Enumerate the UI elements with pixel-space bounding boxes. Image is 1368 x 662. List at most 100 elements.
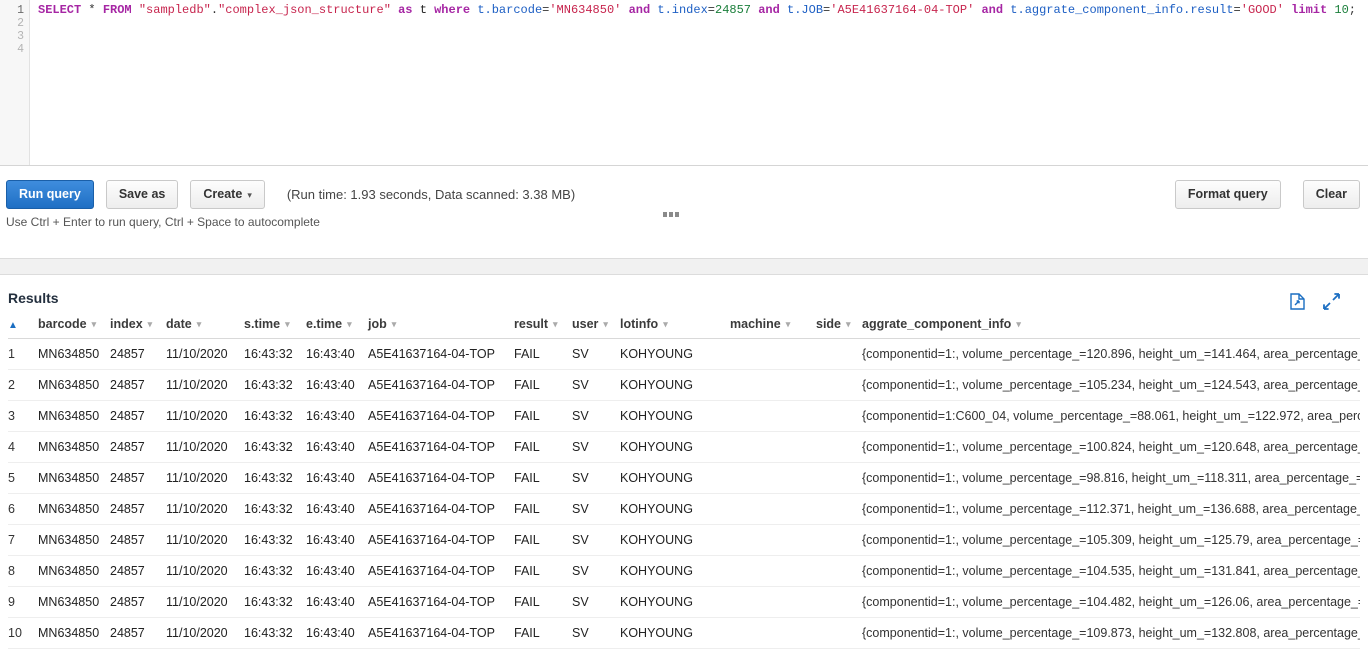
editor-line-number-gutter: 1234: [0, 0, 30, 165]
table-row[interactable]: 3 MN634850 24857 11/10/2020 16:43:32 16:43:40…: [8, 400, 1360, 432]
save-as-button[interactable]: Save as: [105, 180, 179, 209]
cell-index: 24857: [110, 493, 166, 525]
chevron-down-icon[interactable]: ▾: [392, 319, 397, 330]
cell-lotinfo: KOHYOUNG: [620, 369, 730, 401]
column-header-machine[interactable]: machine ▾: [730, 312, 816, 339]
cell-aggrate_component_info: {componentid=1:C600_04, volume_percentag…: [862, 400, 1360, 432]
cell-etime: 16:43:40: [306, 555, 368, 587]
sql-token: .: [210, 3, 219, 17]
cell-date: 11/10/2020: [166, 493, 244, 525]
cell-result: FAIL: [514, 369, 572, 401]
chevron-down-icon[interactable]: ▾: [347, 319, 352, 330]
column-header-lotinfo[interactable]: lotinfo ▾: [620, 312, 730, 339]
cell-aggrate_component_info: {componentid=1:, volume_percentage_=109.…: [862, 617, 1360, 649]
results-header: Results: [8, 275, 1360, 312]
create-button[interactable]: Create ▾: [190, 180, 265, 209]
cell-lotinfo: KOHYOUNG: [620, 338, 730, 370]
cell-job: A5E41637164-04-TOP: [368, 338, 514, 370]
results-table-body: 1 MN634850 24857 11/10/2020 16:43:32 16:43:40…: [8, 338, 1360, 649]
column-header-label: machine: [730, 317, 781, 331]
column-header-index[interactable]: index ▾: [110, 312, 166, 339]
chevron-down-icon[interactable]: ▾: [1016, 319, 1021, 330]
clear-button[interactable]: Clear: [1302, 180, 1360, 209]
cell-aggrate_component_info: {componentid=1:, volume_percentage_=100.…: [862, 431, 1360, 463]
chevron-down-icon[interactable]: ▾: [92, 319, 97, 330]
expand-fullscreen-icon[interactable]: [1323, 293, 1340, 310]
column-header-user[interactable]: user ▾: [572, 312, 620, 339]
cell-rownum: 5: [8, 462, 32, 494]
column-header-barcode[interactable]: barcode ▾: [32, 312, 110, 339]
cell-date: 11/10/2020: [166, 462, 244, 494]
column-header-rownum[interactable]: ▲: [8, 312, 32, 339]
table-row[interactable]: 6 MN634850 24857 11/10/2020 16:43:32 16:43:40…: [8, 493, 1360, 525]
cell-lotinfo: KOHYOUNG: [620, 493, 730, 525]
chevron-down-icon[interactable]: ▾: [786, 319, 791, 330]
cell-user: SV: [572, 431, 620, 463]
sql-query-text[interactable]: SELECT * FROM "sampledb"."complex_json_s…: [30, 0, 1368, 165]
chevron-down-icon[interactable]: ▾: [197, 319, 202, 330]
column-header-job[interactable]: job ▾: [368, 312, 514, 339]
column-header-etime[interactable]: e.time ▾: [306, 312, 368, 339]
table-row[interactable]: 4 MN634850 24857 11/10/2020 16:43:32 16:43:40…: [8, 431, 1360, 463]
cell-lotinfo: KOHYOUNG: [620, 617, 730, 649]
column-header-result[interactable]: result ▾: [514, 312, 572, 339]
column-header-stime[interactable]: s.time ▾: [244, 312, 306, 339]
cell-stime: 16:43:32: [244, 431, 306, 463]
resize-handle-icon[interactable]: [663, 212, 679, 217]
cell-machine: [730, 617, 816, 649]
cell-date: 11/10/2020: [166, 338, 244, 370]
table-row[interactable]: 10 MN634850 24857 11/10/2020 16:43:32 16:43:4…: [8, 617, 1360, 649]
cell-rownum: 2: [8, 369, 32, 401]
run-query-button[interactable]: Run query: [6, 180, 94, 209]
cell-barcode: MN634850: [32, 431, 110, 463]
cell-machine: [730, 462, 816, 494]
cell-result: FAIL: [514, 493, 572, 525]
cell-result: FAIL: [514, 400, 572, 432]
sort-ascending-icon[interactable]: ▲: [8, 320, 18, 331]
cell-result: FAIL: [514, 462, 572, 494]
format-query-button[interactable]: Format query: [1174, 180, 1281, 209]
chevron-down-icon[interactable]: ▾: [285, 319, 290, 330]
table-row[interactable]: 8 MN634850 24857 11/10/2020 16:43:32 16:43:40…: [8, 555, 1360, 587]
cell-user: SV: [572, 617, 620, 649]
chevron-down-icon[interactable]: ▾: [663, 319, 668, 330]
column-header-date[interactable]: date ▾: [166, 312, 244, 339]
table-row[interactable]: 7 MN634850 24857 11/10/2020 16:43:32 16:43:40…: [8, 524, 1360, 556]
table-row[interactable]: 5 MN634850 24857 11/10/2020 16:43:32 16:43:40…: [8, 462, 1360, 494]
chevron-down-icon[interactable]: ▾: [846, 319, 851, 330]
cell-job: A5E41637164-04-TOP: [368, 369, 514, 401]
download-file-icon[interactable]: [1290, 293, 1305, 310]
cell-aggrate_component_info: {componentid=1:, volume_percentage_=105.…: [862, 524, 1360, 556]
cell-result: FAIL: [514, 555, 572, 587]
sql-token: t.barcode: [477, 3, 543, 17]
cell-job: A5E41637164-04-TOP: [368, 586, 514, 618]
cell-lotinfo: KOHYOUNG: [620, 555, 730, 587]
sql-token: *: [88, 3, 96, 17]
cell-machine: [730, 338, 816, 370]
cell-side: [816, 586, 862, 618]
cell-stime: 16:43:32: [244, 617, 306, 649]
cell-job: A5E41637164-04-TOP: [368, 431, 514, 463]
cell-stime: 16:43:32: [244, 338, 306, 370]
cell-etime: 16:43:40: [306, 338, 368, 370]
column-header-aggrate_component_info[interactable]: aggrate_component_info ▾: [862, 312, 1360, 339]
cell-barcode: MN634850: [32, 555, 110, 587]
table-row[interactable]: 9 MN634850 24857 11/10/2020 16:43:32 16:43:40…: [8, 586, 1360, 618]
sql-token: t: [419, 3, 427, 17]
column-header-side[interactable]: side ▾: [816, 312, 862, 339]
cell-stime: 16:43:32: [244, 400, 306, 432]
cell-result: FAIL: [514, 338, 572, 370]
cell-result: FAIL: [514, 431, 572, 463]
cell-lotinfo: KOHYOUNG: [620, 400, 730, 432]
table-row[interactable]: 2 MN634850 24857 11/10/2020 16:43:32 16:43:40…: [8, 369, 1360, 401]
sql-editor[interactable]: 1234 SELECT * FROM "sampledb"."complex_j…: [0, 0, 1368, 166]
chevron-down-icon[interactable]: ▾: [553, 319, 558, 330]
table-row[interactable]: 1 MN634850 24857 11/10/2020 16:43:32 16:43:40…: [8, 338, 1360, 370]
cell-job: A5E41637164-04-TOP: [368, 555, 514, 587]
chevron-down-icon[interactable]: ▾: [603, 319, 608, 330]
cell-lotinfo: KOHYOUNG: [620, 462, 730, 494]
column-header-label: aggrate_component_info: [862, 317, 1012, 331]
chevron-down-icon[interactable]: ▾: [148, 319, 153, 330]
cell-stime: 16:43:32: [244, 524, 306, 556]
